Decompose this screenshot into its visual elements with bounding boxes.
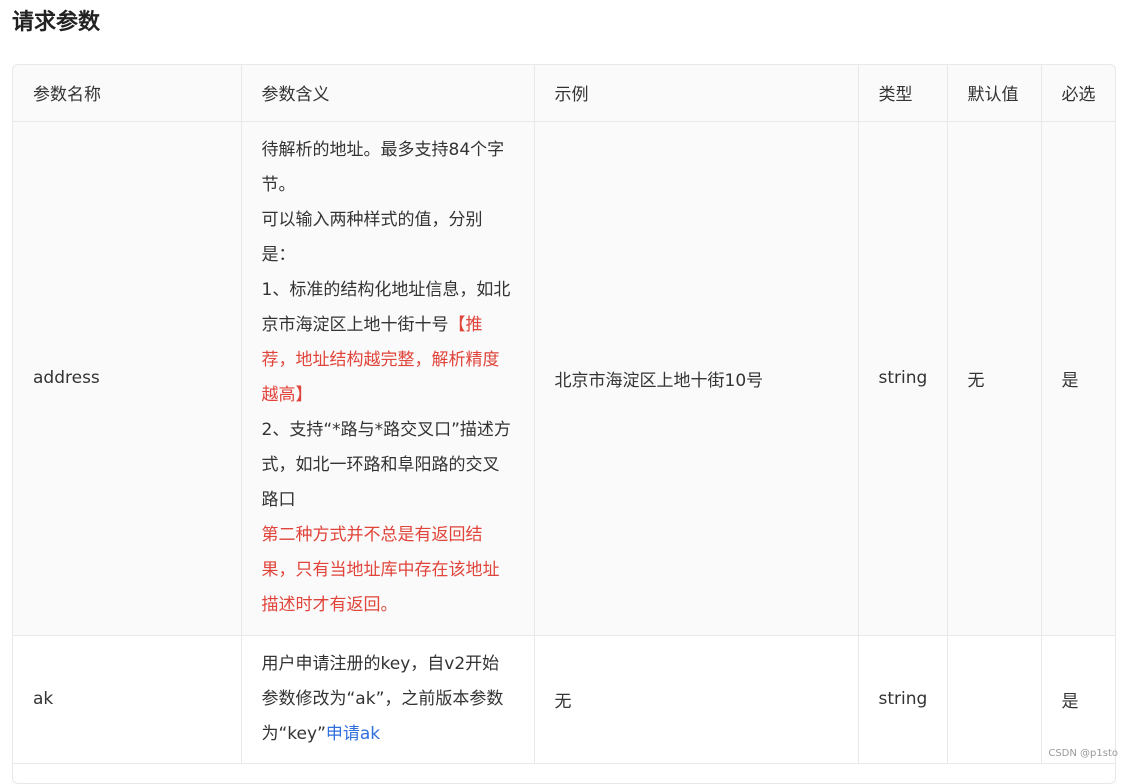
header-example: 示例	[534, 65, 859, 122]
meaning-line: 用户申请注册的key，自v2开始参数修改为“ak”，之前版本参数为“key”申请…	[262, 647, 514, 752]
header-param-meaning: 参数含义	[241, 65, 535, 122]
cell-required: 是	[1041, 121, 1115, 636]
cell-param-meaning: 用户申请注册的key，自v2开始参数修改为“ak”，之前版本参数为“key”申请…	[241, 635, 535, 764]
table-row: ak 用户申请注册的key，自v2开始参数修改为“ak”，之前版本参数为“key…	[13, 635, 1115, 764]
cell-required: 是	[1041, 635, 1115, 764]
params-table: 参数名称 参数含义 示例 类型 默认值 必选 address 待解析的地址。最多…	[13, 65, 1115, 764]
watermark: CSDN @p1sto	[1048, 748, 1118, 759]
cell-default	[947, 635, 1042, 764]
section-title: 请求参数	[12, 10, 101, 35]
cell-example: 北京市海淀区上地十街10号	[534, 121, 859, 636]
cell-type: string	[858, 635, 948, 764]
meaning-line: 1、标准的结构化地址信息，如北京市海淀区上地十街十号【推荐，地址结构越完整，解析…	[262, 273, 514, 413]
header-default: 默认值	[947, 65, 1042, 122]
header-required: 必选	[1041, 65, 1115, 122]
cell-param-meaning: 待解析的地址。最多支持84个字节。 可以输入两种样式的值，分别是： 1、标准的结…	[241, 121, 535, 636]
cell-param-name: address	[13, 121, 242, 636]
cell-type: string	[858, 121, 948, 636]
apply-ak-link[interactable]: 申请ak	[326, 724, 380, 744]
params-table-container: 参数名称 参数含义 示例 类型 默认值 必选 address 待解析的地址。最多…	[12, 64, 1116, 784]
header-type: 类型	[858, 65, 948, 122]
table-row: address 待解析的地址。最多支持84个字节。 可以输入两种样式的值，分别是…	[13, 121, 1115, 636]
meaning-line: 2、支持“*路与*路交叉口”描述方式，如北一环路和阜阳路的交叉路口	[261, 420, 511, 510]
meaning-warning: 第二种方式并不总是有返回结果，只有当地址库中存在该地址描述时才有返回。	[261, 525, 500, 615]
meaning-line: 可以输入两种样式的值，分别是：	[261, 210, 483, 265]
cell-example: 无	[534, 635, 859, 764]
meaning-line: 待解析的地址。最多支持84个字节。	[261, 140, 505, 195]
table-header-row: 参数名称 参数含义 示例 类型 默认值 必选	[13, 65, 1115, 122]
cell-default: 无	[947, 121, 1042, 636]
cell-param-name: ak	[13, 635, 242, 764]
header-param-name: 参数名称	[13, 65, 242, 122]
meaning-text: 用户申请注册的key，自v2开始参数修改为“ak”，之前版本参数为“key”	[261, 653, 504, 744]
